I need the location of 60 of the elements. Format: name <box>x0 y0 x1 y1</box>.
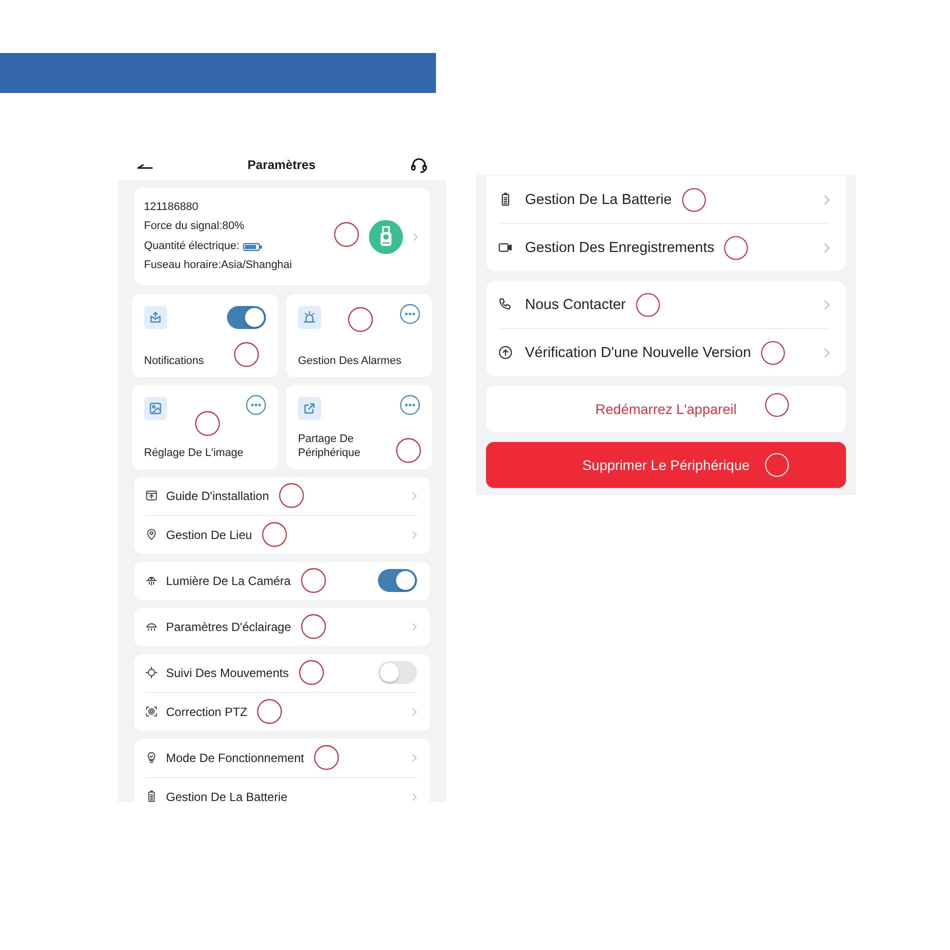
lightbulb-icon <box>145 751 158 764</box>
menu-item-label[interactable]: Mode De Fonctionnement <box>166 750 304 765</box>
camera-avatar-icon <box>369 220 403 254</box>
target-icon <box>145 705 158 718</box>
tile-card[interactable]: Réglage De L'image <box>132 384 278 469</box>
device-info-text: Force du signal:80% <box>144 219 244 234</box>
chevron-right-icon <box>824 300 830 310</box>
menu-item-label[interactable]: Nous Contacter <box>525 296 626 312</box>
box-arrow-up-icon <box>145 489 158 502</box>
menu-item-label[interactable]: Guide D'installation <box>166 488 270 503</box>
chevron-right-icon <box>824 194 830 204</box>
menu-item-label[interactable]: Vérification D'une Nouvelle Version <box>525 344 752 360</box>
image-icon <box>144 396 167 420</box>
crosshair-icon <box>145 666 158 680</box>
device-info-text: Quantité électrique: <box>144 238 240 254</box>
tile-label: Réglage De L'image <box>144 446 244 460</box>
device-info-text: 121186880 <box>144 200 198 215</box>
menu-item-label[interactable]: Paramètres D'éclairage <box>166 620 292 634</box>
menu-item-label[interactable]: Gestion De Lieu <box>166 528 252 542</box>
device-info-text: Fuseau horaire:Asia/Shanghai <box>144 258 292 274</box>
chevron-right-icon <box>824 348 830 358</box>
toggle-switch[interactable] <box>227 306 266 329</box>
menu-item-label[interactable]: Gestion De La Batterie <box>525 192 672 208</box>
more-icon[interactable] <box>246 394 266 415</box>
chevron-right-icon <box>824 242 830 252</box>
location-pin-icon <box>145 528 158 542</box>
tile-label: Partage De Périphérique <box>298 432 362 460</box>
chevron-right-icon <box>412 530 417 539</box>
restart-button[interactable]: Redémarrez L'appareil <box>486 386 846 432</box>
chevron-right-icon <box>412 492 417 500</box>
chevron-right-icon <box>412 754 417 762</box>
tile-card[interactable]: Gestion Des Alarmes <box>286 294 432 377</box>
arrow-up-circle-icon <box>498 345 513 360</box>
tile-card[interactable]: Partage De Périphérique <box>286 384 432 469</box>
menu-item-label[interactable]: Suivi Des Mouvements <box>166 666 289 680</box>
menu-item-label[interactable]: Gestion De La Batterie <box>166 790 288 802</box>
chevron-right-icon <box>412 708 417 716</box>
share-icon <box>298 396 321 420</box>
menu-item-label[interactable]: Gestion Des Enregistrements <box>525 240 714 256</box>
tile-label: Gestion Des Alarmes <box>298 354 402 368</box>
more-icon[interactable] <box>400 304 420 324</box>
battery-icon <box>243 242 262 251</box>
menu-item-label[interactable]: Correction PTZ <box>166 704 248 719</box>
headset-icon[interactable] <box>410 156 428 174</box>
screen-title: Paramètres <box>247 158 316 172</box>
more-icon[interactable] <box>400 394 420 415</box>
lamp-icon <box>145 574 158 588</box>
menu-item-label[interactable]: Lumière De La Caméra <box>166 574 291 588</box>
device-card[interactable]: 121186880 Force du signal:80% Quantité électrique: Fuseau horaire:Asia/Shanghai <box>134 188 430 285</box>
tile-label: Notifications <box>144 354 205 368</box>
toggle-switch[interactable] <box>378 569 417 592</box>
tile-card[interactable]: Notifications <box>132 294 278 377</box>
toggle-switch[interactable] <box>378 661 417 684</box>
chevron-right-icon <box>413 232 418 241</box>
chevron-right-icon <box>412 792 417 801</box>
chevron-right-icon <box>412 622 417 631</box>
video-camera-icon <box>498 240 513 255</box>
phone-icon <box>498 297 513 312</box>
delete-button[interactable]: Supprimer Le Périphérique <box>486 442 846 488</box>
siren-icon <box>298 306 321 329</box>
